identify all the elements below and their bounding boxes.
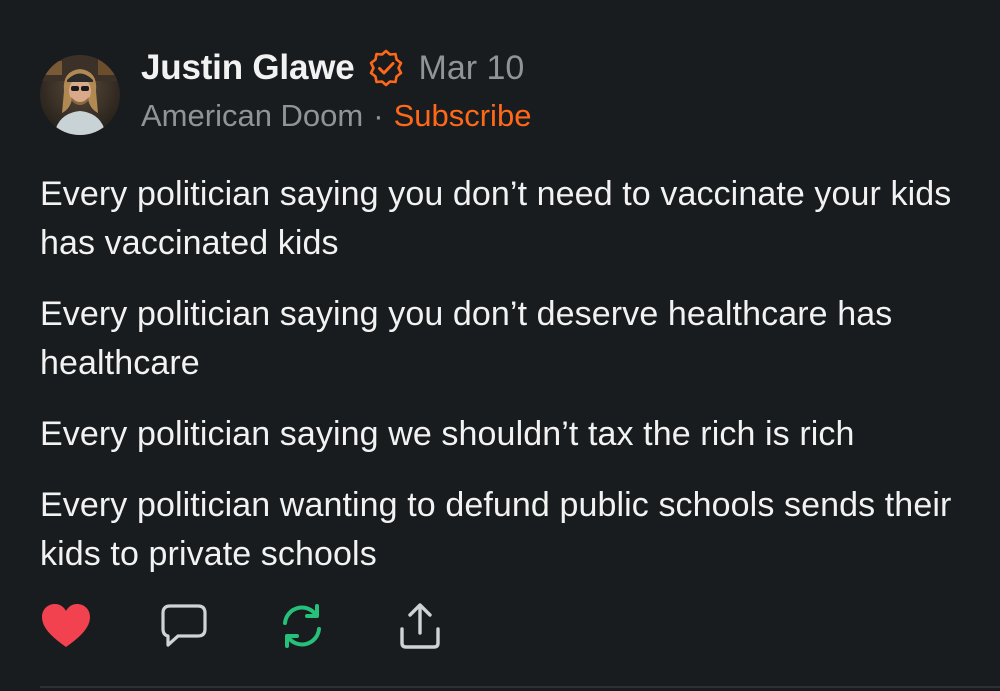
meta-separator: ·: [373, 98, 384, 133]
post-card: Justin Glawe Mar 10 American Doom · Subs…: [0, 0, 1000, 691]
like-button[interactable]: [40, 600, 92, 652]
post-date[interactable]: Mar 10: [419, 49, 525, 88]
post-paragraph: Every politician saying we shouldn’t tax…: [40, 415, 855, 453]
publication-name[interactable]: American Doom: [141, 98, 363, 134]
post-paragraph: Every politician saying you don’t need t…: [40, 175, 952, 262]
divider: [40, 686, 1000, 688]
post-header: Justin Glawe Mar 10 American Doom · Subs…: [141, 44, 531, 138]
avatar[interactable]: [40, 55, 120, 135]
comment-icon: [161, 604, 207, 647]
subscribe-link[interactable]: Subscribe: [394, 98, 532, 134]
post-paragraph: Every politician wanting to defund publi…: [40, 486, 952, 573]
author-row: Justin Glawe Mar 10: [141, 44, 531, 92]
publication-row: American Doom · Subscribe: [141, 94, 531, 138]
share-button[interactable]: [394, 600, 446, 652]
restack-button[interactable]: [276, 600, 328, 652]
heart-icon: [42, 604, 90, 647]
action-bar: [40, 600, 446, 652]
comment-button[interactable]: [158, 600, 210, 652]
share-icon: [400, 603, 440, 649]
post-body: Every politician saying you don’t need t…: [40, 170, 985, 601]
post-paragraph: Every politician saying you don’t deserv…: [40, 295, 893, 382]
author-name[interactable]: Justin Glawe: [141, 48, 355, 88]
restack-icon: [283, 604, 321, 648]
verified-badge-icon: [367, 49, 405, 87]
